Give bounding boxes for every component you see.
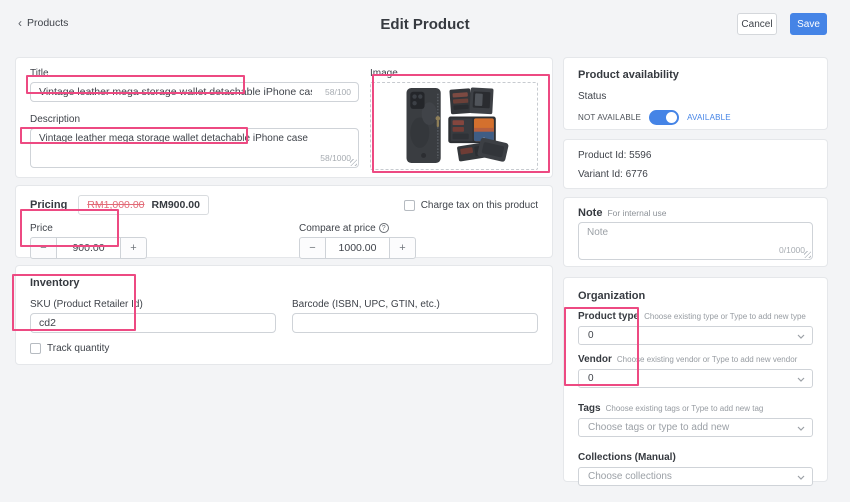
sku-field: SKU (Product Retailer Id)	[30, 299, 276, 333]
pricing-heading: Pricing	[30, 199, 68, 211]
title-input[interactable]	[30, 82, 359, 102]
sku-input[interactable]	[30, 313, 276, 333]
chevron-down-icon	[797, 377, 805, 382]
chevron-down-icon	[797, 334, 805, 339]
variant-id: Variant Id: 6776	[578, 169, 648, 180]
charge-tax-checkbox[interactable]	[403, 199, 415, 211]
edit-product-page: ‹ Products Edit Product Cancel Save Titl…	[0, 0, 850, 502]
description-label: Description	[30, 114, 81, 125]
ids-card: Product Id: 5596 Variant Id: 6776	[563, 139, 828, 189]
title-description-column: Title 58/100 Description Vintage leather…	[30, 68, 359, 168]
note-card: Note For internal use 0/1000	[563, 197, 828, 267]
description-textarea[interactable]: Vintage leather mega storage wallet deta…	[30, 128, 359, 168]
current-price: RM900.00	[151, 199, 200, 211]
vendor-field: Vendor Choose existing vendor or Type to…	[578, 354, 813, 365]
product-type-select[interactable]: 0	[578, 326, 813, 345]
compare-at-price-input[interactable]	[325, 237, 390, 259]
image-column: Image	[370, 68, 538, 170]
resize-handle-icon[interactable]	[350, 159, 357, 166]
compare-increment-button[interactable]: +	[389, 237, 416, 259]
track-quantity-label: Track quantity	[47, 343, 110, 354]
info-icon: ?	[378, 223, 389, 234]
old-price: RM1,000.00	[87, 199, 145, 211]
product-type-label: Product type	[578, 311, 640, 322]
note-subheading: For internal use	[607, 208, 667, 218]
note-counter: 0/1000	[779, 245, 805, 255]
sku-label: SKU (Product Retailer Id)	[30, 299, 143, 310]
chevron-down-icon	[797, 475, 805, 480]
tags-field: Tags Choose existing tags or Type to add…	[578, 403, 813, 414]
product-id: Product Id: 5596	[578, 150, 652, 161]
title-label: Title	[30, 68, 49, 79]
organization-card: Organization Product type Choose existin…	[563, 277, 828, 486]
description-counter: 58/1000	[320, 153, 351, 163]
note-input-wrap: 0/1000	[578, 222, 813, 260]
price-label: Price	[30, 223, 53, 234]
price-field: Price − +	[30, 223, 147, 259]
cancel-button[interactable]: Cancel	[737, 13, 777, 35]
product-type-hint: Choose existing type or Type to add new …	[644, 312, 806, 321]
tags-hint: Choose existing tags or Type to add new …	[605, 404, 764, 413]
price-stepper: − +	[30, 237, 147, 259]
product-image	[378, 85, 530, 167]
vendor-hint: Choose existing vendor or Type to add ne…	[616, 355, 798, 364]
charge-tax-checkbox-row[interactable]: Charge tax on this product	[403, 199, 538, 211]
tags-select[interactable]: Choose tags or type to add new	[578, 418, 813, 437]
title-counter: 58/100	[325, 87, 351, 97]
compare-at-price-field: Compare at price? − +	[299, 223, 416, 259]
barcode-input[interactable]	[292, 313, 538, 333]
track-quantity-row[interactable]: Track quantity	[30, 343, 538, 354]
note-heading: Note	[578, 207, 603, 219]
inventory-card: Inventory SKU (Product Retailer Id) Barc…	[15, 265, 553, 365]
status-off-label: NOT AVAILABLE	[578, 113, 642, 122]
resize-handle-icon[interactable]	[804, 251, 811, 258]
image-label: Image	[370, 68, 398, 79]
save-button[interactable]: Save	[790, 13, 827, 35]
compare-decrement-button[interactable]: −	[299, 237, 326, 259]
page-title: Edit Product	[380, 16, 470, 33]
price-increment-button[interactable]: +	[120, 237, 147, 259]
availability-card: Product availability Status NOT AVAILABL…	[563, 57, 828, 130]
price-decrement-button[interactable]: −	[30, 237, 57, 259]
product-details-card: Title 58/100 Description Vintage leather…	[15, 57, 553, 178]
compare-at-price-label: Compare at price?	[299, 223, 416, 234]
compare-at-price-stepper: − +	[299, 237, 416, 259]
collections-field: Collections (Manual)	[578, 452, 813, 463]
note-textarea[interactable]	[578, 222, 813, 260]
collections-label: Collections (Manual)	[578, 452, 676, 463]
chevron-down-icon	[797, 426, 805, 431]
availability-toggle[interactable]	[649, 110, 680, 125]
price-summary-badge: RM1,000.00 RM900.00	[78, 195, 209, 215]
collections-select[interactable]: Choose collections	[578, 467, 813, 486]
availability-heading: Product availability	[578, 69, 679, 81]
description-input-wrap: Vintage leather mega storage wallet deta…	[30, 128, 359, 168]
tags-label: Tags	[578, 403, 601, 414]
image-drop-area[interactable]	[370, 82, 538, 170]
status-on-label: AVAILABLE	[687, 113, 731, 122]
vendor-label: Vendor	[578, 354, 612, 365]
price-input[interactable]	[56, 237, 121, 259]
title-input-wrap: 58/100	[30, 82, 359, 102]
barcode-field: Barcode (ISBN, UPC, GTIN, etc.)	[292, 299, 538, 333]
charge-tax-label: Charge tax on this product	[420, 199, 538, 211]
track-quantity-checkbox[interactable]	[30, 343, 41, 354]
toggle-knob	[666, 112, 678, 123]
pricing-card: Pricing RM1,000.00 RM900.00 Charge tax o…	[15, 185, 553, 259]
status-label: Status	[578, 91, 607, 102]
product-type-field: Product type Choose existing type or Typ…	[578, 311, 813, 322]
organization-heading: Organization	[578, 290, 646, 302]
inventory-heading: Inventory	[30, 277, 80, 289]
barcode-label: Barcode (ISBN, UPC, GTIN, etc.)	[292, 299, 440, 310]
vendor-select[interactable]: 0	[578, 369, 813, 388]
